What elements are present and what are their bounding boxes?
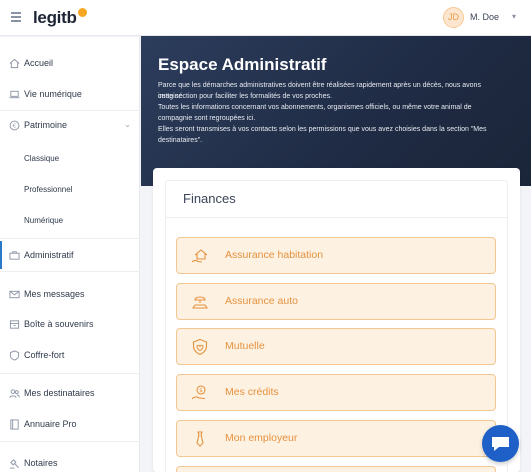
sidebar: Accueil Vie numérique € Patrimoine ⌄ Cla… — [0, 37, 140, 472]
sidebar-item-label: Vie numérique — [24, 89, 82, 99]
sidebar-item-label: Patrimoine — [24, 120, 68, 130]
envelope-icon — [9, 290, 20, 299]
sidebar-subitem-label: Numérique — [24, 216, 64, 225]
sidebar-item-mes-messages[interactable]: Mes messages — [0, 280, 140, 308]
sidebar-item-notaires[interactable]: Notaires — [0, 449, 140, 472]
chat-bubble-icon — [492, 437, 509, 451]
sidebar-item-boite-a-souvenirs[interactable]: Boîte à souvenirs — [0, 310, 140, 338]
sidebar-item-label: Mes messages — [24, 289, 85, 299]
finance-item-label: Mes crédits — [225, 386, 279, 398]
hero-text-line: compagnie sont regroupées ici. — [158, 115, 256, 122]
home-icon — [9, 58, 20, 69]
sidebar-item-label: Administratif — [24, 250, 74, 260]
logo-text: legitb — [33, 8, 77, 27]
sidebar-item-label: Accueil — [24, 58, 54, 68]
finance-item-mes-credits[interactable]: $ Mes crédits — [176, 374, 496, 411]
house-hand-icon — [191, 249, 208, 263]
sidebar-subitem-professionnel[interactable]: Professionnel — [0, 176, 140, 202]
sidebar-subitem-label: Professionnel — [24, 185, 73, 194]
top-bar: legitb JD M. Doe ▾ — [0, 0, 531, 36]
users-icon — [9, 389, 20, 398]
book-icon — [10, 419, 19, 430]
laptop-icon — [9, 90, 20, 99]
chevron-down-icon[interactable]: ⌄ — [124, 120, 131, 129]
sidebar-item-label: Boîte à souvenirs — [24, 319, 94, 329]
sidebar-item-label: Notaires — [24, 458, 58, 468]
finance-item-mutuelle[interactable]: Mutuelle — [176, 328, 496, 365]
page-title: Espace Administratif — [158, 55, 327, 74]
menu-icon[interactable] — [11, 12, 21, 22]
user-name[interactable]: M. Doe — [470, 12, 499, 22]
divider — [166, 217, 507, 218]
hero-text-line: destinataires". — [158, 137, 203, 144]
divider — [0, 238, 140, 239]
chat-button[interactable] — [482, 425, 519, 462]
sidebar-item-mes-destinataires[interactable]: Mes destinataires — [0, 379, 140, 407]
sidebar-item-annuaire-pro[interactable]: Annuaire Pro — [0, 410, 140, 438]
svg-text:$: $ — [199, 388, 203, 394]
finance-item-label: Mon employeur — [225, 432, 298, 444]
finance-item-assurance-habitation[interactable]: Assurance habitation — [176, 237, 496, 274]
finance-item-assurance-auto[interactable]: Assurance auto — [176, 283, 496, 320]
finance-item-partial — [176, 466, 496, 472]
coin-icon: € — [9, 120, 20, 131]
chevron-down-icon[interactable]: ▾ — [512, 12, 516, 21]
coin-hand-icon: $ — [191, 385, 206, 400]
divider — [0, 271, 140, 272]
finance-item-mon-employeur[interactable]: Mon employeur — [176, 420, 496, 457]
section-title: Finances — [183, 191, 236, 206]
sidebar-item-administratif[interactable]: Administratif — [0, 241, 140, 269]
hero-banner: Espace Administratif Parce que les démar… — [141, 36, 531, 186]
finance-item-label: Mutuelle — [225, 340, 265, 352]
health-shield-icon — [192, 338, 208, 356]
svg-text:€: € — [13, 124, 17, 130]
gavel-icon — [9, 459, 19, 469]
sidebar-subitem-classique[interactable]: Classique — [0, 145, 140, 171]
sidebar-item-accueil[interactable]: Accueil — [0, 49, 140, 77]
logo-dot — [77, 8, 87, 17]
car-umbrella-icon — [191, 296, 209, 309]
shield-icon — [9, 350, 20, 361]
finance-item-label: Assurance auto — [225, 295, 298, 307]
sidebar-item-coffre-fort[interactable]: Coffre-fort — [0, 341, 140, 369]
sidebar-subitem-numerique[interactable]: Numérique — [0, 207, 140, 233]
divider — [0, 373, 140, 374]
hero-text-line: Toutes les informations concernant vos a… — [158, 104, 472, 111]
briefcase-icon — [9, 251, 20, 260]
sidebar-item-label: Coffre-fort — [24, 350, 65, 360]
finance-item-label: Assurance habitation — [225, 249, 324, 261]
box-icon — [9, 320, 20, 329]
tie-icon — [196, 431, 204, 447]
sidebar-subitem-label: Classique — [24, 154, 60, 163]
hero-text-line: Elles seront transmises à vos contacts s… — [158, 126, 487, 133]
sidebar-item-label: Annuaire Pro — [24, 419, 77, 429]
hero-text-line: cette section pour faciliter les formali… — [158, 93, 332, 100]
sidebar-item-label: Mes destinataires — [24, 388, 95, 398]
sidebar-item-vie-numerique[interactable]: Vie numérique — [0, 80, 140, 108]
divider — [0, 441, 140, 442]
sidebar-item-patrimoine[interactable]: € Patrimoine ⌄ — [0, 111, 140, 139]
logo[interactable]: legitb — [33, 8, 87, 28]
avatar[interactable]: JD — [443, 7, 464, 28]
